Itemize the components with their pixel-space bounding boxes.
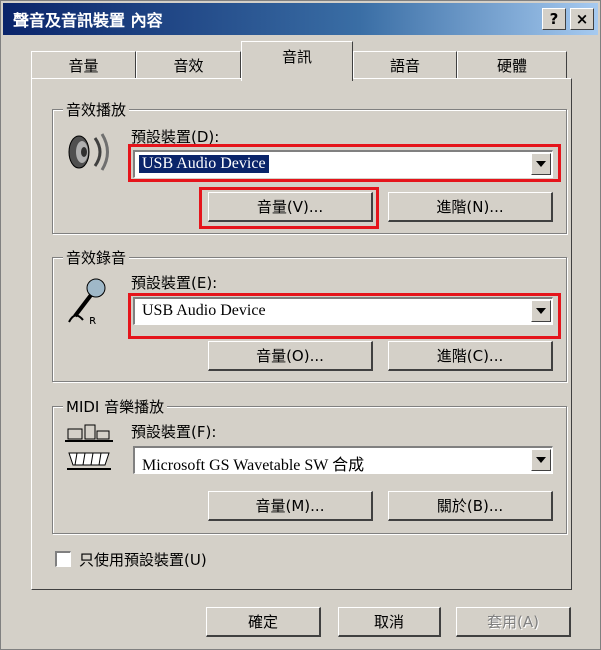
microphone-icon: ʀ — [68, 278, 106, 326]
dialog-window: 聲音及音訊裝置 內容 ? × 音量 音效 音訊 語音 硬體 音效播放 預設裝置(… — [0, 0, 601, 650]
midi-device-value: Microsoft GS Wavetable SW 合成 — [142, 457, 365, 474]
recording-advanced-button[interactable]: 進階(C)... — [388, 341, 553, 371]
recording-device-select[interactable]: USB Audio Device — [133, 297, 553, 325]
title-bar[interactable]: 聲音及音訊裝置 內容 ? × — [3, 3, 598, 35]
tab-audio[interactable]: 音訊 — [241, 41, 353, 81]
use-default-only-label: 只使用預設裝置(U) — [79, 551, 207, 569]
midi-device-select[interactable]: Microsoft GS Wavetable SW 合成 — [133, 446, 553, 474]
recording-group: 音效錄音 ʀ 預設裝置(E): USB Audio Device 音量(O)..… — [52, 247, 567, 382]
midi-legend: MIDI 音樂播放 — [63, 396, 168, 417]
close-button[interactable]: × — [570, 8, 594, 30]
speaker-icon — [68, 133, 109, 171]
playback-advanced-button[interactable]: 進階(N)... — [388, 192, 553, 222]
audio-tab-panel: 音效播放 預設裝置(D): USB Audio Device 音量(V)... … — [31, 78, 572, 590]
chevron-down-icon[interactable] — [531, 449, 551, 471]
recording-device-label: 預設裝置(E): — [131, 274, 218, 292]
midi-about-button[interactable]: 關於(B)... — [388, 491, 553, 521]
apply-button[interactable]: 套用(A) — [456, 607, 571, 637]
midi-group: MIDI 音樂播放 預設裝置(F): Microsoft GS Wavetabl… — [52, 396, 567, 534]
ok-button[interactable]: 確定 — [206, 607, 321, 637]
tab-voice[interactable]: 語音 — [353, 51, 457, 79]
cancel-button[interactable]: 取消 — [338, 607, 441, 637]
tab-hardware[interactable]: 硬體 — [457, 51, 567, 79]
window-title: 聲音及音訊裝置 內容 — [13, 11, 163, 30]
playback-legend: 音效播放 — [63, 99, 130, 120]
playback-device-label: 預設裝置(D): — [131, 128, 220, 146]
midi-device-label: 預設裝置(F): — [131, 423, 217, 441]
playback-volume-button[interactable]: 音量(V)... — [208, 192, 373, 222]
tab-volume[interactable]: 音量 — [31, 51, 136, 79]
tab-strip: 音量 音效 音訊 語音 硬體 — [31, 41, 571, 81]
recording-legend: 音效錄音 — [63, 247, 130, 268]
chevron-down-icon[interactable] — [531, 153, 551, 175]
midi-volume-button[interactable]: 音量(M)... — [208, 491, 373, 521]
midi-keyboard-icon — [65, 424, 113, 470]
playback-group: 音效播放 預設裝置(D): USB Audio Device 音量(V)... … — [52, 99, 567, 234]
tab-sounds[interactable]: 音效 — [136, 51, 241, 79]
chevron-down-icon[interactable] — [531, 300, 551, 322]
recording-device-value: USB Audio Device — [142, 302, 266, 319]
recording-volume-button[interactable]: 音量(O)... — [208, 341, 373, 371]
svg-text:ʀ: ʀ — [89, 313, 96, 326]
playback-device-value: USB Audio Device — [139, 155, 269, 173]
use-default-only-checkbox[interactable] — [55, 551, 71, 567]
playback-device-select[interactable]: USB Audio Device — [133, 150, 553, 178]
help-button[interactable]: ? — [542, 8, 566, 30]
